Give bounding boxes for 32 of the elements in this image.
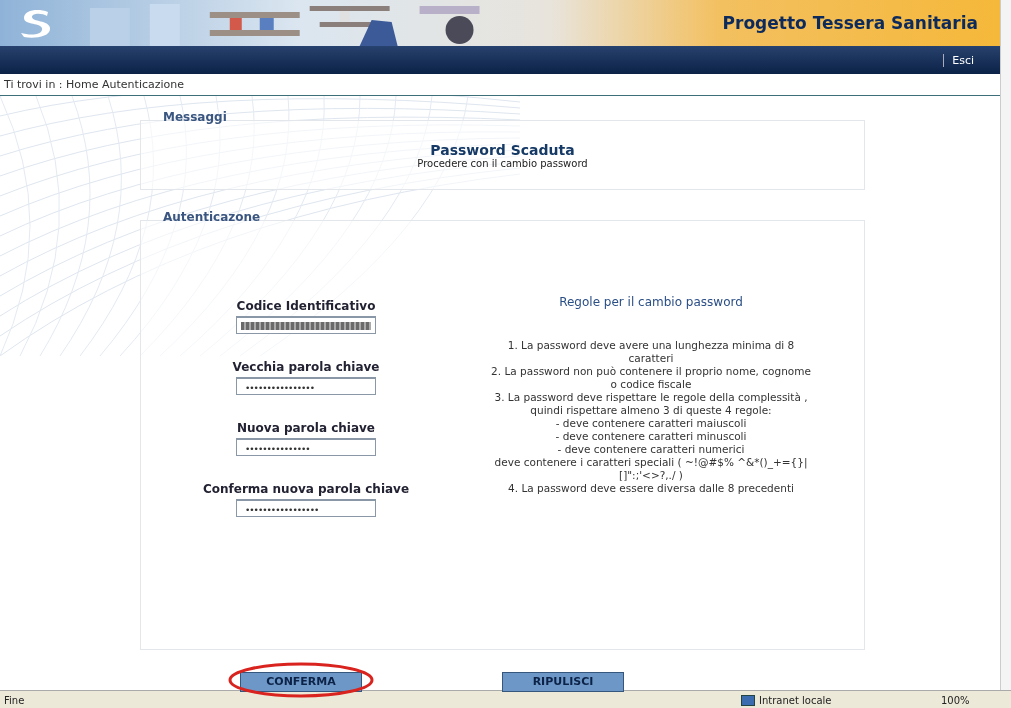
field-label: Conferma nuova parola chiave bbox=[202, 482, 410, 496]
logo-icon bbox=[18, 8, 52, 38]
rule-text: - deve contenere caratteri numerici bbox=[556, 443, 746, 456]
input-field[interactable]: ••••••••••••••• bbox=[236, 438, 376, 456]
monitor-icon bbox=[741, 694, 755, 706]
section-title: Messaggi bbox=[163, 110, 227, 124]
input-field[interactable]: ••••••••••••••••• bbox=[236, 499, 376, 517]
rule-text: 1. La password deve avere una lunghezza minima di 8 caratteri bbox=[506, 339, 796, 365]
rule-text: deve contenere i caratteri speciali ( ~!@#$% ^&*()_+={}|[]":;'<>?,./ ) bbox=[493, 456, 809, 482]
logout-link[interactable]: Esci bbox=[943, 53, 974, 67]
rule-text: 2. La password non può contenere il proprio nome, cognome o codice fiscale bbox=[491, 365, 811, 391]
rules-title: Regole per il cambio password bbox=[559, 295, 743, 309]
field-label: Vecchia parola chiave bbox=[232, 360, 380, 374]
security-zone: Intranet locale bbox=[741, 694, 941, 706]
field-label: Codice Identificativo bbox=[236, 299, 376, 313]
rule-text: 4. La password deve essere diversa dalle 8 precedenti bbox=[507, 482, 795, 495]
status-text: Fine bbox=[3, 694, 25, 706]
input-field[interactable] bbox=[236, 316, 376, 334]
breadcrumb: Ti trovi in : Home Autenticazione bbox=[4, 78, 185, 91]
rule-text: - deve contenere caratteri minuscoli bbox=[554, 430, 748, 443]
message-text: Procedere con il cambio password bbox=[417, 157, 588, 169]
input-field[interactable]: •••••••••••••••• bbox=[236, 377, 376, 395]
zoom-level[interactable]: 100% bbox=[941, 694, 1011, 706]
rule-text: - deve contenere caratteri maiuscoli bbox=[554, 417, 748, 430]
site-title: Progetto Tessera Sanitaria bbox=[722, 13, 979, 33]
rule-text: 3. La password deve rispettare le regole della complessità , quindi rispettare almeno 3 di queste 4 regole: bbox=[493, 391, 809, 417]
field-label: Nuova parola chiave bbox=[237, 421, 375, 435]
section-title: Autenticazone bbox=[163, 210, 261, 224]
scrollbar[interactable] bbox=[1000, 0, 1011, 690]
submit-button[interactable]: CONFERMA bbox=[240, 671, 362, 692]
reset-button[interactable]: RIPULISCI bbox=[502, 671, 624, 692]
message-title: Password Scaduta bbox=[430, 141, 575, 158]
